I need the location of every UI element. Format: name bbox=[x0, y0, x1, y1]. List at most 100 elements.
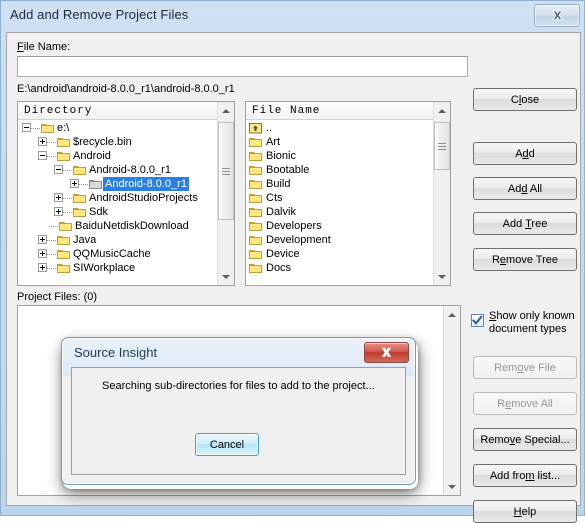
file-list-item[interactable]: Cts bbox=[246, 191, 434, 205]
expand-icon[interactable] bbox=[38, 249, 47, 258]
project-files-scrollbar[interactable] bbox=[443, 306, 460, 495]
collapse-icon[interactable] bbox=[54, 165, 63, 174]
scroll-down-icon[interactable] bbox=[444, 478, 460, 495]
tree-node[interactable]: SIWorkplace bbox=[18, 261, 218, 275]
file-list-item[interactable]: Developers bbox=[246, 219, 434, 233]
add-tree-button[interactable]: Add Tree bbox=[473, 212, 577, 235]
title-bar: Add and Remove Project Files bbox=[1, 1, 585, 32]
remove-special-button-label: Remove Special... bbox=[480, 433, 570, 446]
file-name-panel-header: File Name bbox=[246, 102, 434, 120]
remove-all-button: Remove All bbox=[473, 392, 577, 415]
tree-connector bbox=[47, 247, 57, 261]
folder-icon bbox=[249, 150, 263, 162]
tree-node[interactable]: QQMusicCache bbox=[18, 247, 218, 261]
show-known-types-label[interactable]: Show only known document types bbox=[489, 310, 575, 336]
remove-file-button-label: Remove File bbox=[494, 361, 556, 374]
scroll-down-icon[interactable] bbox=[218, 268, 234, 285]
scroll-up-icon[interactable] bbox=[434, 102, 450, 119]
expand-icon[interactable] bbox=[38, 137, 47, 146]
folder-icon bbox=[249, 220, 263, 232]
expand-icon[interactable] bbox=[38, 263, 47, 272]
close-icon[interactable] bbox=[364, 342, 409, 363]
file-list-item[interactable]: Art bbox=[246, 135, 434, 149]
file-list-item-label: Dalvik bbox=[266, 206, 296, 218]
remove-special-button[interactable]: Remove Special... bbox=[473, 428, 577, 451]
help-button[interactable]: Help bbox=[473, 500, 577, 523]
file-name-input[interactable] bbox=[17, 56, 468, 77]
file-list-item-label: .. bbox=[266, 122, 273, 134]
tree-node[interactable]: Android-8.0.0_r1 bbox=[18, 163, 218, 177]
tree-node[interactable]: Sdk bbox=[18, 205, 218, 219]
collapse-icon[interactable] bbox=[22, 123, 31, 132]
file-list-item-label: Development bbox=[266, 234, 331, 246]
file-list-item[interactable]: Bionic bbox=[246, 149, 434, 163]
directory-panel: Directory e:\ $recycle.bin Android Android-… bbox=[17, 101, 235, 286]
expand-icon[interactable] bbox=[70, 179, 79, 188]
tree-node[interactable]: $recycle.bin bbox=[18, 135, 218, 149]
file-list-item[interactable]: Build bbox=[246, 177, 434, 191]
file-list-item-label: Bootable bbox=[266, 164, 310, 176]
expand-icon[interactable] bbox=[54, 193, 63, 202]
tree-node-label: Android-8.0.0_r1 bbox=[103, 177, 189, 191]
expand-icon[interactable] bbox=[54, 207, 63, 216]
folder-icon bbox=[73, 192, 87, 204]
folder-icon bbox=[57, 234, 71, 246]
file-list-item[interactable]: Development bbox=[246, 233, 434, 247]
tree-node-label: e:\ bbox=[57, 122, 70, 134]
scroll-down-icon[interactable] bbox=[434, 268, 450, 285]
file-list-item-label: Device bbox=[266, 248, 300, 260]
directory-panel-header: Directory bbox=[18, 102, 218, 120]
file-name-accel: F bbox=[17, 41, 24, 53]
tree-node-label: Android-8.0.0_r1 bbox=[89, 164, 171, 176]
file-list-item[interactable]: Device bbox=[246, 247, 434, 261]
directory-scrollbar[interactable] bbox=[217, 102, 234, 285]
tree-connector bbox=[47, 149, 57, 163]
show-known-types-checkbox[interactable] bbox=[471, 314, 484, 327]
add-button[interactable]: Add bbox=[473, 142, 577, 165]
cancel-button[interactable]: Cancel bbox=[195, 433, 259, 456]
folder-icon bbox=[73, 164, 87, 176]
scroll-up-icon[interactable] bbox=[218, 102, 234, 119]
tree-node[interactable]: AndroidStudioProjects bbox=[18, 191, 218, 205]
collapse-icon[interactable] bbox=[38, 151, 47, 160]
modal-title: Source Insight bbox=[74, 345, 158, 360]
file-list[interactable]: .. Art Bionic Bootable Build Cts Dalvik Develop… bbox=[246, 121, 434, 285]
folder-gray-icon bbox=[89, 178, 103, 190]
expand-icon[interactable] bbox=[38, 235, 47, 244]
file-list-item[interactable]: Docs bbox=[246, 261, 434, 275]
file-list-scrollbar[interactable] bbox=[433, 102, 450, 285]
directory-tree[interactable]: e:\ $recycle.bin Android Android-8.0.0_r1 An… bbox=[18, 121, 218, 285]
folder-icon bbox=[249, 136, 263, 148]
folder-icon bbox=[59, 220, 73, 232]
tree-node[interactable]: Java bbox=[18, 233, 218, 247]
file-list-item[interactable]: Dalvik bbox=[246, 205, 434, 219]
tree-node[interactable]: Android-8.0.0_r1 bbox=[18, 177, 218, 191]
scroll-up-icon[interactable] bbox=[444, 306, 460, 323]
tree-node-label: Sdk bbox=[89, 206, 108, 218]
add-all-button[interactable]: Add All bbox=[473, 177, 577, 200]
tree-node[interactable]: Android bbox=[18, 149, 218, 163]
scrollbar-thumb[interactable] bbox=[434, 122, 450, 170]
tree-node[interactable]: BaiduNetdiskDownload bbox=[18, 219, 218, 233]
tree-connector bbox=[47, 135, 57, 149]
add-from-list-button[interactable]: Add from list... bbox=[473, 464, 577, 487]
close-button[interactable]: Close bbox=[473, 88, 577, 111]
folder-icon bbox=[57, 248, 71, 260]
file-list-item[interactable]: Bootable bbox=[246, 163, 434, 177]
file-list-item-label: Cts bbox=[266, 192, 283, 204]
add-all-button-label: Add All bbox=[507, 182, 543, 195]
close-icon[interactable] bbox=[534, 4, 580, 27]
scrollbar-thumb[interactable] bbox=[218, 122, 234, 220]
tree-node[interactable]: e:\ bbox=[18, 121, 218, 135]
remove-file-button: Remove File bbox=[473, 356, 577, 379]
add-from-list-button-label: Add from list... bbox=[489, 469, 561, 482]
tree-node-label: SIWorkplace bbox=[73, 262, 136, 274]
project-files-label: Project Files: (0) bbox=[17, 291, 98, 303]
file-list-item[interactable]: .. bbox=[246, 121, 434, 135]
folder-icon bbox=[249, 248, 263, 260]
file-name-panel: File Name .. Art Bionic Bootable Build Cts Dal… bbox=[245, 101, 451, 286]
folder-up-icon bbox=[249, 122, 263, 134]
modal-message: Searching sub-directories for files to a… bbox=[102, 380, 375, 392]
remove-tree-button[interactable]: Remove Tree bbox=[473, 248, 577, 271]
